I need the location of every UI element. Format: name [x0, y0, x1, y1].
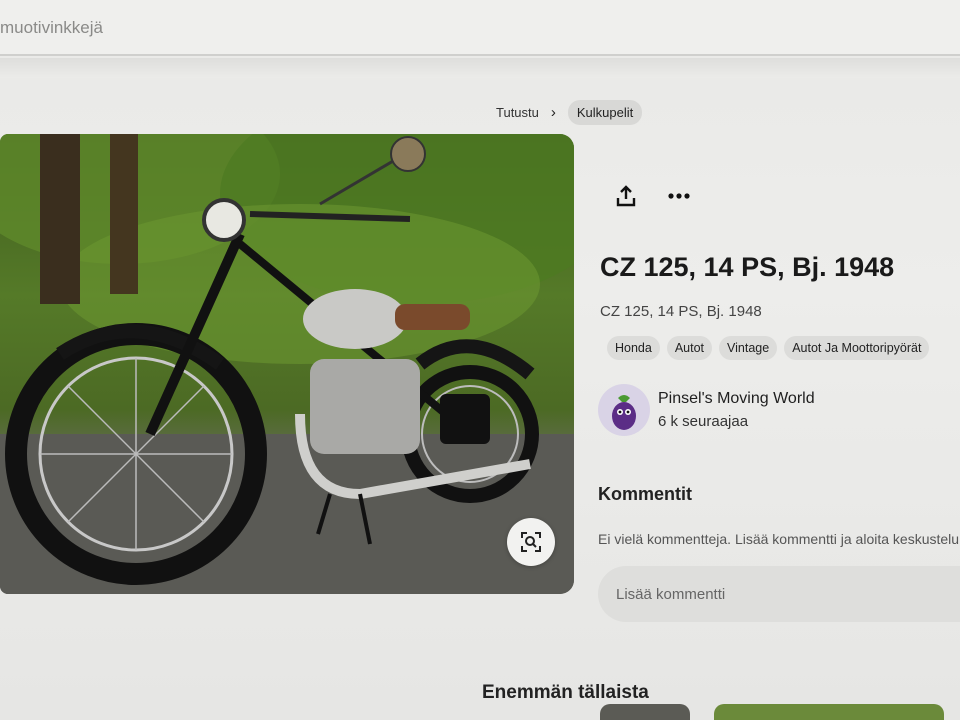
creator-name[interactable]: Pinsel's Moving World [658, 390, 815, 408]
more-like-this-heading: Enemmän tällaista [482, 682, 649, 703]
comments-heading: Kommentit [598, 484, 692, 504]
breadcrumb: Tutustu › Kulkupelit [496, 100, 643, 125]
add-comment-input[interactable] [598, 566, 960, 622]
visual-search-icon [521, 532, 541, 552]
share-button[interactable] [608, 178, 644, 214]
top-bar-shadow [0, 58, 960, 78]
tag-vintage[interactable]: Vintage [719, 336, 778, 360]
share-icon [616, 185, 636, 207]
pin-title: CZ 125, 14 PS, Bj. 1948 [600, 252, 895, 282]
chevron-right-icon: › [550, 104, 556, 121]
more-icon [668, 193, 690, 199]
tag-honda[interactable]: Honda [607, 336, 660, 360]
related-pin-thumbnail[interactable] [714, 704, 944, 720]
visual-search-button[interactable] [507, 518, 555, 566]
motorcycle-photo [0, 134, 574, 594]
pin-description: CZ 125, 14 PS, Bj. 1948 [600, 303, 762, 320]
breadcrumb-tutustu[interactable]: Tutustu [496, 105, 539, 120]
tag-autot-ja-moottoripyorat[interactable]: Autot Ja Moottoripyörät [784, 336, 930, 360]
top-bar: muotivinkkejä [0, 0, 960, 56]
top-bar-text: muotivinkkejä [0, 18, 103, 37]
pin-image[interactable] [0, 134, 574, 594]
tag-autot[interactable]: Autot [666, 336, 713, 360]
creator-avatar[interactable] [598, 384, 650, 436]
related-pin-thumbnail[interactable] [600, 704, 690, 720]
tag-list: Honda Autot Vintage Autot Ja Moottoripyö… [607, 336, 930, 360]
breadcrumb-kulkupelit[interactable]: Kulkupelit [567, 100, 643, 125]
eggplant-avatar-icon [612, 395, 636, 430]
creator-followers: 6 k seuraajaa [658, 413, 749, 430]
comments-empty-text: Ei vielä kommentteja. Lisää kommentti ja… [598, 531, 960, 547]
more-options-button[interactable] [661, 178, 697, 214]
